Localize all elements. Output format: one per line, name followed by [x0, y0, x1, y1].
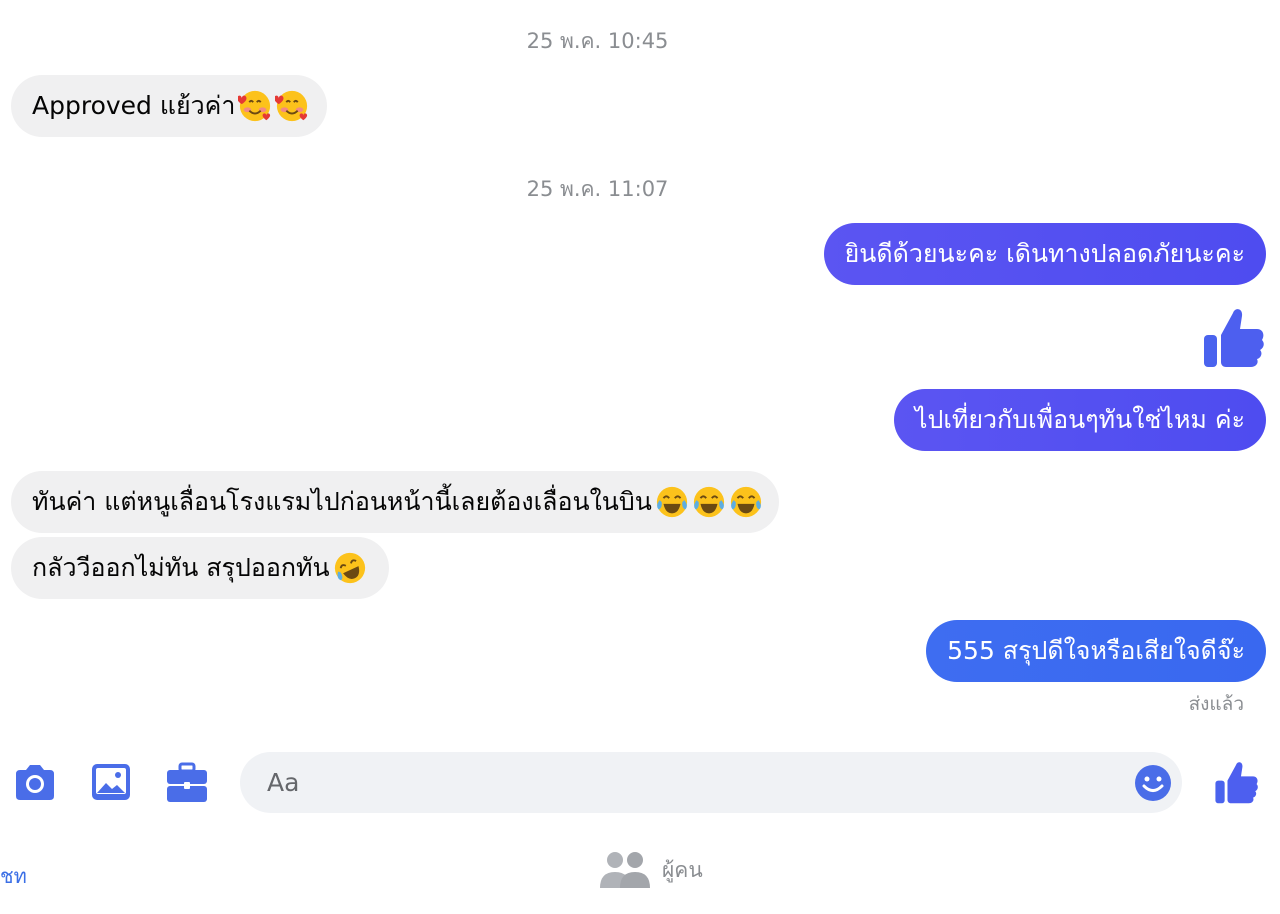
camera-icon[interactable] [12, 760, 58, 806]
timestamp: 25 พ.ค. 11:07 [526, 177, 669, 201]
message-bubble-outgoing[interactable]: 555 สรุปดีใจหรือเสียใจดีจ๊ะ [926, 620, 1266, 682]
smiling-face-with-hearts-icon [238, 90, 271, 122]
message-text: กลัววีออกไม่ทัน สรุปออกทัน [32, 553, 330, 582]
timestamp: 25 พ.ค. 10:45 [526, 29, 669, 53]
message-bubble-incoming[interactable]: ทันค่า แต่หนูเลื่อนโรงแรมไปก่อนหน้านี้เล… [11, 471, 779, 533]
tab-people[interactable]: ผู้คน [598, 850, 703, 890]
message-bubble-incoming[interactable]: กลัววีออกไม่ทัน สรุปออกทัน [11, 537, 389, 599]
face-with-tears-of-joy-icon [693, 486, 724, 518]
message-text: 555 สรุปดีใจหรือเสียใจดีจ๊ะ [947, 636, 1245, 665]
message-text: ทันค่า แต่หนูเลื่อนโรงแรมไปก่อนหน้านี้เล… [32, 487, 652, 516]
message-input-container[interactable] [240, 752, 1182, 813]
message-bubble-outgoing[interactable]: ยินดีด้วยนะคะ เดินทางปลอดภัยนะคะ [823, 223, 1266, 285]
people-icon [600, 852, 650, 888]
message-text: Approved แย้วค่า [32, 91, 236, 120]
rolling-on-the-floor-laughing-icon [334, 552, 365, 584]
sent-status: ส่งแล้ว [1188, 693, 1244, 715]
face-with-tears-of-joy-icon [656, 486, 687, 518]
message-bubble-incoming[interactable]: Approved แย้วค่า [11, 75, 328, 137]
tab-people-label: ผู้คน [662, 857, 703, 882]
briefcase-icon[interactable] [164, 760, 210, 806]
message-text: ไปเที่ยวกับเพื่อนๆทันใช่ไหม ค่ะ [914, 405, 1245, 434]
thumbs-up-icon[interactable] [1214, 759, 1258, 805]
message-input[interactable] [265, 767, 1069, 798]
image-icon[interactable] [89, 760, 135, 806]
thumbs-up-sticker-icon[interactable] [1202, 305, 1264, 369]
face-with-tears-of-joy-icon [730, 486, 761, 518]
tab-chats-label: ชท [0, 864, 27, 888]
smiley-icon[interactable] [1134, 764, 1172, 802]
tab-chats[interactable]: ชท [0, 860, 27, 892]
smiling-face-with-hearts-icon [275, 90, 308, 122]
message-bubble-outgoing[interactable]: ไปเที่ยวกับเพื่อนๆทันใช่ไหม ค่ะ [893, 389, 1266, 451]
message-text: ยินดีด้วยนะคะ เดินทางปลอดภัยนะคะ [844, 239, 1245, 268]
